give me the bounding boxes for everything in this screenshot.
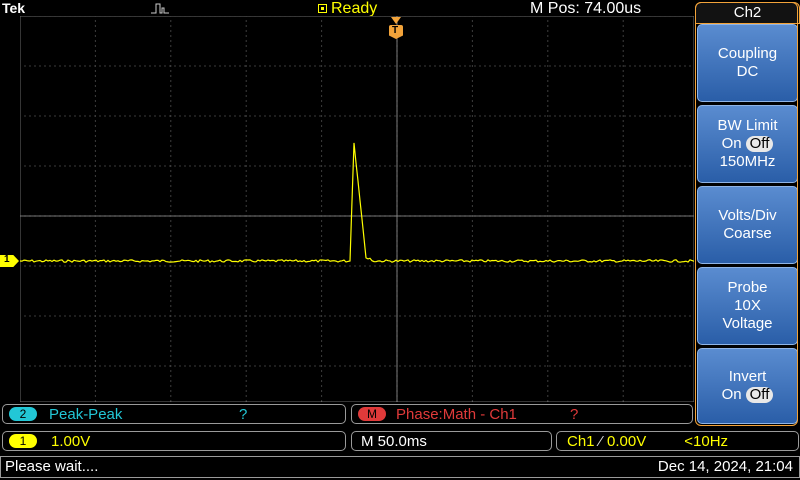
acquisition-status: Ready: [318, 0, 377, 17]
menu-title: Ch2: [695, 2, 800, 24]
trigger-arrow-icon: [391, 17, 401, 24]
probe-type: Voltage: [722, 315, 773, 332]
coupling-value: DC: [736, 63, 759, 80]
trigger-level: 0.00V: [607, 432, 647, 450]
trigger-position-label: T: [392, 25, 399, 36]
ch2-badge: 2: [9, 407, 37, 421]
bw-limit-off-pill: Off: [745, 136, 774, 152]
trigger-source: Ch1: [567, 432, 595, 450]
timebase-value: M 50.0ms: [361, 432, 427, 450]
invert-off-pill: Off: [745, 387, 774, 403]
coupling-label: Coupling: [717, 45, 778, 62]
waveform-display[interactable]: [20, 16, 694, 402]
math-badge: M: [358, 407, 386, 421]
run-state-icon: [318, 4, 327, 13]
ch1-scale-value: 1.00V: [51, 432, 91, 450]
status-message: Please wait....: [5, 458, 99, 475]
probe-button[interactable]: Probe 10X Voltage: [697, 267, 798, 345]
measurement-value: ?: [570, 405, 579, 423]
acquisition-status-text: Ready: [331, 0, 378, 17]
coupling-button[interactable]: Coupling DC: [697, 24, 798, 102]
brand-logo: Tek: [2, 0, 26, 16]
bw-limit-button[interactable]: BW Limit On Off 150MHz: [697, 105, 798, 183]
trigger-slope-icon: ⁄: [599, 432, 603, 450]
measurement-value: ?: [239, 405, 248, 423]
measurement-peak-peak[interactable]: 2 Peak-Peak ?: [2, 404, 346, 424]
probe-label: Probe: [727, 279, 768, 296]
bw-limit-value: 150MHz: [719, 153, 776, 170]
measurement-label: Phase:Math - Ch1: [396, 405, 517, 423]
trigger-position-marker[interactable]: T: [389, 17, 403, 41]
invert-on-label: On: [721, 386, 742, 403]
bw-limit-label: BW Limit: [717, 117, 778, 134]
invert-button[interactable]: Invert On Off: [697, 348, 798, 424]
ch1-badge: 1: [9, 434, 37, 448]
invert-label: Invert: [728, 368, 767, 385]
volts-div-value: Coarse: [723, 225, 772, 242]
trigger-readout[interactable]: Ch1 ⁄ 0.00V <10Hz: [556, 431, 799, 451]
ch2-side-menu: Ch2 Coupling DC BW Limit On Off 150MHz Vo…: [695, 2, 800, 427]
trigger-frequency: <10Hz: [684, 432, 729, 450]
ch1-scale-readout[interactable]: 1 1.00V: [2, 431, 346, 451]
timebase-readout[interactable]: M 50.0ms: [351, 431, 552, 451]
trigger-position-badge: T: [389, 25, 403, 39]
status-datetime: Dec 14, 2024, 21:04: [657, 458, 793, 475]
ch1-ground-marker[interactable]: 1: [0, 255, 19, 267]
invert-toggle: On Off: [722, 386, 774, 404]
volts-div-label: Volts/Div: [718, 207, 777, 224]
status-bar: Please wait.... Dec 14, 2024, 21:04: [0, 456, 800, 478]
measurement-phase-math[interactable]: M Phase:Math - Ch1 ?: [351, 404, 693, 424]
ch1-ground-marker-label: 1: [4, 254, 10, 265]
trigger-pulse-icon: [151, 3, 169, 14]
probe-attenuation: 10X: [734, 297, 761, 314]
measurement-label: Peak-Peak: [49, 405, 123, 423]
volts-div-button[interactable]: Volts/Div Coarse: [697, 186, 798, 264]
bw-limit-on-label: On: [721, 135, 742, 152]
bw-limit-toggle: On Off: [722, 135, 774, 153]
